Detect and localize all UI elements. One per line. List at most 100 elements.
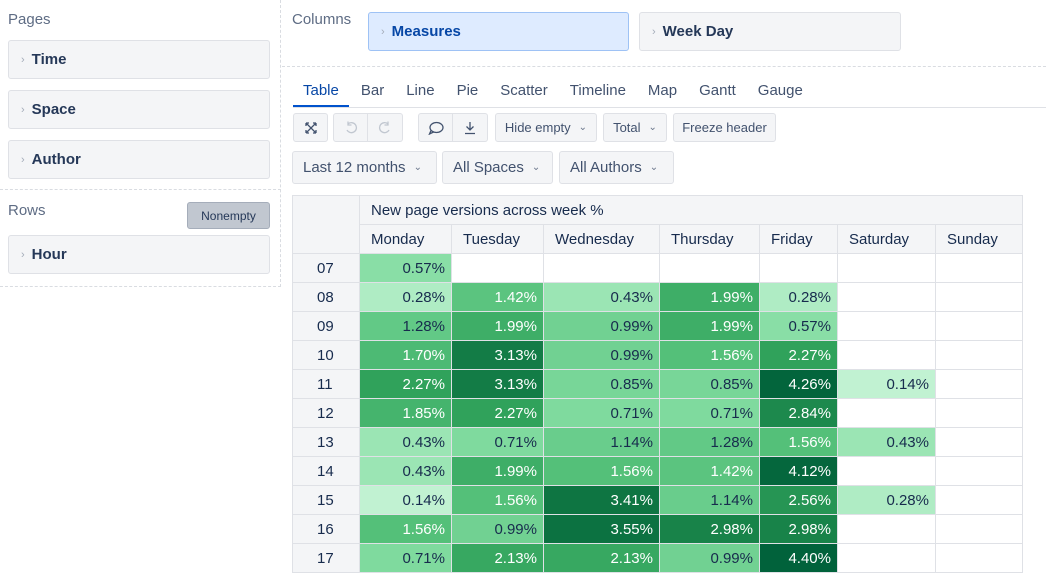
row-header-hour[interactable]: 09 (292, 311, 360, 341)
table-cell[interactable]: 0.85% (543, 369, 660, 399)
table-cell[interactable] (935, 398, 1023, 428)
time-filter-dropdown[interactable]: Last 12 months ⌄ (292, 151, 437, 184)
table-cell[interactable]: 1.56% (543, 456, 660, 486)
table-cell[interactable]: 0.43% (359, 427, 452, 457)
column-header[interactable]: Saturday (837, 224, 936, 254)
table-cell[interactable]: 2.13% (543, 543, 660, 573)
tab-gantt[interactable]: Gantt (699, 79, 736, 107)
comment-button[interactable] (418, 113, 453, 142)
table-cell[interactable]: 1.28% (659, 427, 760, 457)
table-cell[interactable]: 0.43% (543, 282, 660, 312)
tab-bar[interactable]: Bar (361, 79, 384, 107)
table-cell[interactable]: 1.99% (659, 311, 760, 341)
table-cell[interactable]: 0.99% (659, 543, 760, 573)
table-cell[interactable]: 2.84% (759, 398, 838, 428)
row-header-hour[interactable]: 11 (292, 369, 360, 399)
table-cell[interactable]: 2.27% (759, 340, 838, 370)
table-cell[interactable] (837, 340, 936, 370)
row-header-hour[interactable]: 07 (292, 253, 360, 283)
table-cell[interactable] (935, 514, 1023, 544)
table-cell[interactable]: 0.71% (659, 398, 760, 428)
redo-button[interactable] (368, 113, 403, 142)
page-dimension-time[interactable]: › Time (8, 40, 270, 79)
table-cell[interactable] (837, 514, 936, 544)
table-cell[interactable]: 0.28% (359, 282, 452, 312)
table-cell[interactable]: 4.40% (759, 543, 838, 573)
table-cell[interactable]: 1.99% (659, 282, 760, 312)
table-cell[interactable]: 0.14% (359, 485, 452, 515)
table-cell[interactable]: 2.27% (451, 398, 544, 428)
table-cell[interactable]: 1.14% (659, 485, 760, 515)
table-cell[interactable]: 2.56% (759, 485, 838, 515)
table-cell[interactable]: 1.28% (359, 311, 452, 341)
tab-pie[interactable]: Pie (457, 79, 479, 107)
table-cell[interactable] (935, 369, 1023, 399)
column-header[interactable]: Thursday (659, 224, 760, 254)
row-header-hour[interactable]: 12 (292, 398, 360, 428)
row-header-hour[interactable]: 17 (292, 543, 360, 573)
table-cell[interactable]: 1.56% (451, 485, 544, 515)
table-cell[interactable]: 4.26% (759, 369, 838, 399)
table-cell[interactable]: 1.56% (359, 514, 452, 544)
table-cell[interactable]: 0.14% (837, 369, 936, 399)
table-cell[interactable]: 2.13% (451, 543, 544, 573)
table-cell[interactable]: 1.42% (659, 456, 760, 486)
table-cell[interactable]: 3.41% (543, 485, 660, 515)
row-header-hour[interactable]: 16 (292, 514, 360, 544)
table-cell[interactable]: 1.70% (359, 340, 452, 370)
table-cell[interactable]: 0.43% (359, 456, 452, 486)
column-dimension-week-day[interactable]: › Week Day (639, 12, 901, 51)
tab-map[interactable]: Map (648, 79, 677, 107)
table-cell[interactable] (837, 543, 936, 573)
table-cell[interactable]: 0.57% (359, 253, 452, 283)
column-header[interactable]: Tuesday (451, 224, 544, 254)
tab-gauge[interactable]: Gauge (758, 79, 803, 107)
table-cell[interactable] (935, 543, 1023, 573)
table-cell[interactable]: 0.43% (837, 427, 936, 457)
table-cell[interactable]: 2.98% (659, 514, 760, 544)
table-cell[interactable] (935, 485, 1023, 515)
table-cell[interactable]: 0.71% (543, 398, 660, 428)
row-header-hour[interactable]: 08 (292, 282, 360, 312)
table-cell[interactable] (837, 398, 936, 428)
row-header-hour[interactable]: 13 (292, 427, 360, 457)
expand-button[interactable] (293, 113, 328, 142)
table-cell[interactable] (837, 311, 936, 341)
row-dimension-hour[interactable]: › Hour (8, 235, 270, 274)
table-cell[interactable] (935, 456, 1023, 486)
table-cell[interactable]: 3.55% (543, 514, 660, 544)
table-cell[interactable]: 1.56% (659, 340, 760, 370)
table-cell[interactable] (759, 253, 838, 283)
table-cell[interactable] (543, 253, 660, 283)
row-header-hour[interactable]: 10 (292, 340, 360, 370)
column-header[interactable]: Wednesday (543, 224, 660, 254)
freeze-header-button[interactable]: Freeze header (673, 113, 776, 142)
table-cell[interactable]: 3.13% (451, 369, 544, 399)
table-cell[interactable] (935, 340, 1023, 370)
table-cell[interactable] (935, 311, 1023, 341)
column-header[interactable]: Monday (359, 224, 452, 254)
table-cell[interactable]: 1.42% (451, 282, 544, 312)
total-dropdown[interactable]: Total ⌄ (603, 113, 667, 142)
table-cell[interactable]: 0.85% (659, 369, 760, 399)
tab-table[interactable]: Table (293, 79, 349, 107)
undo-button[interactable] (333, 113, 368, 142)
table-cell[interactable]: 1.85% (359, 398, 452, 428)
row-header-hour[interactable]: 14 (292, 456, 360, 486)
table-cell[interactable] (935, 253, 1023, 283)
table-cell[interactable]: 0.99% (543, 340, 660, 370)
table-cell[interactable]: 0.57% (759, 311, 838, 341)
column-header[interactable]: Sunday (935, 224, 1023, 254)
tab-scatter[interactable]: Scatter (500, 79, 548, 107)
table-cell[interactable] (837, 282, 936, 312)
table-cell[interactable]: 2.98% (759, 514, 838, 544)
table-cell[interactable]: 1.14% (543, 427, 660, 457)
column-dimension-measures[interactable]: › Measures (368, 12, 629, 51)
table-cell[interactable]: 2.27% (359, 369, 452, 399)
table-cell[interactable] (837, 253, 936, 283)
table-cell[interactable]: 1.99% (451, 456, 544, 486)
row-header-hour[interactable]: 15 (292, 485, 360, 515)
table-cell[interactable]: 0.28% (837, 485, 936, 515)
page-dimension-author[interactable]: › Author (8, 140, 270, 179)
author-filter-dropdown[interactable]: All Authors ⌄ (559, 151, 674, 184)
